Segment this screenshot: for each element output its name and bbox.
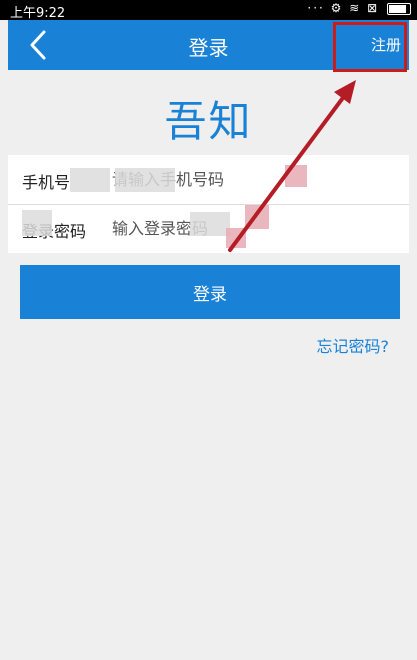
annotation-arrow [228,80,356,252]
forgot-password-link[interactable]: 忘记密码? [317,333,390,357]
login-button[interactable]: 登录 [20,265,400,319]
